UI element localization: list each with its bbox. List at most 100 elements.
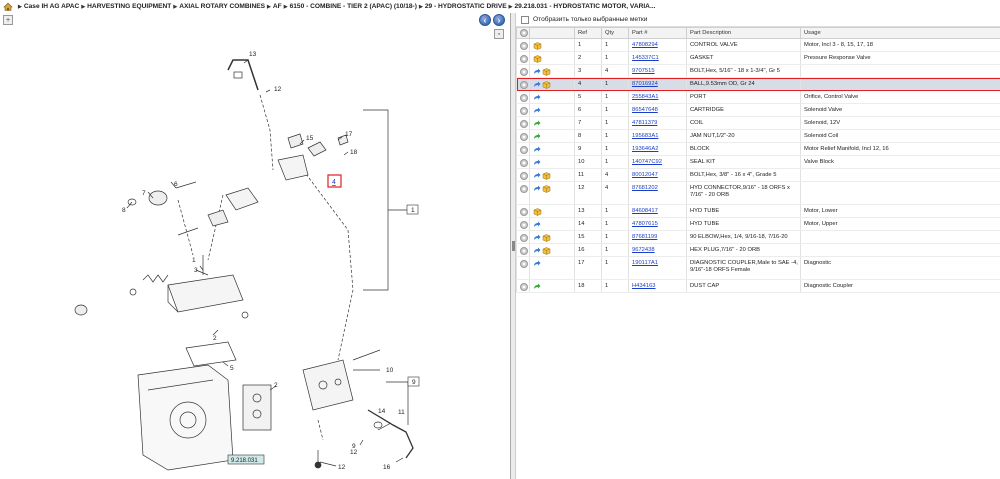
callout-label[interactable]: 12: [350, 449, 358, 456]
redirect-arrow-icon[interactable]: [533, 260, 541, 268]
callout-label[interactable]: 8: [122, 207, 126, 214]
package-icon[interactable]: [542, 185, 551, 193]
redirect-arrow-icon[interactable]: [533, 234, 541, 242]
table-row[interactable]: 16 1 9672438 HEX PLUG,7/16" - 20 ORB: [516, 243, 1000, 257]
part-number-link[interactable]: 87681199: [632, 234, 657, 240]
info-icon[interactable]: [520, 107, 528, 115]
callout-label[interactable]: 2: [274, 382, 278, 389]
breadcrumb-item[interactable]: 6150 - COMBINE - TIER 2 (APAC) (10/18-): [290, 3, 417, 10]
part-number-link[interactable]: 47811379: [632, 120, 657, 126]
info-icon[interactable]: [520, 159, 528, 167]
table-row[interactable]: 14 1 47807615 HYD TUBE Motor, Upper: [516, 217, 1000, 231]
redirect-arrow-icon[interactable]: [533, 68, 541, 76]
redirect-arrow-icon[interactable]: [533, 247, 541, 255]
table-row[interactable]: 1 1 47808294 CONTROL VALVE Motor, Incl 3 - 8…: [516, 38, 1000, 52]
part-number-link[interactable]: 145337C1: [632, 55, 659, 61]
redirect-arrow-icon[interactable]: [533, 81, 541, 89]
package-icon[interactable]: [542, 81, 551, 89]
callout-label[interactable]: 15: [306, 135, 314, 142]
row-selector[interactable]: [516, 181, 530, 205]
previous-icon[interactable]: ‹: [479, 14, 491, 26]
row-selector[interactable]: [516, 230, 530, 244]
info-icon[interactable]: [520, 221, 528, 229]
callout-label[interactable]: 10: [386, 367, 394, 374]
redirect-arrow-icon[interactable]: [533, 94, 541, 102]
row-selector[interactable]: [516, 256, 530, 280]
info-icon[interactable]: [520, 42, 528, 50]
part-number-link[interactable]: 87681202: [632, 185, 658, 191]
home-icon[interactable]: [3, 2, 13, 11]
table-row[interactable]: 7 1 47811379 COIL Solenoid, 12V: [516, 116, 1000, 130]
expand-icon[interactable]: +: [3, 15, 13, 25]
part-number-link[interactable]: 9672438: [632, 247, 655, 253]
callout-label[interactable]: 12: [274, 86, 282, 93]
row-selector[interactable]: [516, 116, 530, 130]
package-icon[interactable]: [542, 234, 551, 242]
part-number-link[interactable]: 87016924: [632, 81, 658, 87]
table-row[interactable]: 6 1 86547648 CARTRIDGE Solenoid Valve: [516, 103, 1000, 117]
breadcrumb-item[interactable]: Case IH AG APAC: [24, 3, 79, 10]
info-icon[interactable]: [520, 208, 528, 216]
next-icon[interactable]: ›: [493, 14, 505, 26]
table-row[interactable]: 4 1 87016924 BALL,9.53mm OD, Gr 24: [516, 77, 1000, 91]
breadcrumb-item[interactable]: HARVESTING EQUIPMENT: [87, 3, 171, 10]
table-row[interactable]: 2 1 145337C1 GASKET Pressure Response Valve: [516, 51, 1000, 65]
part-number-link[interactable]: 193646A2: [632, 146, 658, 152]
package-icon[interactable]: [542, 68, 551, 76]
callout-highlight[interactable]: 4: [332, 179, 336, 186]
info-icon[interactable]: [520, 120, 528, 128]
row-selector[interactable]: [516, 64, 530, 78]
part-number-link[interactable]: H434163: [632, 283, 656, 289]
part-number-link[interactable]: 195683A1: [632, 133, 658, 139]
callout-label[interactable]: 7: [142, 190, 146, 197]
row-selector[interactable]: [516, 243, 530, 257]
replacement-arrow-icon[interactable]: [533, 283, 541, 291]
table-row[interactable]: 9 1 193646A2 BLOCK Motor Relief Manifold, In…: [516, 142, 1000, 156]
callout-label[interactable]: 16: [383, 464, 391, 471]
row-selector[interactable]: [516, 142, 530, 156]
breadcrumb-item[interactable]: 29 - HYDROSTATIC DRIVE: [425, 3, 507, 10]
exploded-diagram[interactable]: 1312151718768213521011912121614 4 1 9 9.…: [8, 30, 508, 476]
table-row[interactable]: 8 1 195683A1 JAM NUT,1/2"-20 Solenoid Coil: [516, 129, 1000, 143]
package-icon[interactable]: [533, 208, 542, 216]
callout-label[interactable]: 11: [398, 409, 405, 416]
part-number-link[interactable]: 84608417: [632, 208, 658, 214]
row-selector[interactable]: [516, 51, 530, 65]
part-number-link[interactable]: 80012047: [632, 172, 658, 178]
replacement-arrow-icon[interactable]: [533, 120, 541, 128]
info-icon[interactable]: [520, 133, 528, 141]
table-row[interactable]: 15 1 87681199 90 ELBOW,Hex, 1/4, 9/16-18, 7…: [516, 230, 1000, 244]
info-icon[interactable]: [520, 146, 528, 154]
callout-1[interactable]: 1: [411, 207, 415, 214]
breadcrumb-item[interactable]: 29.218.031 - HYDROSTATIC MOTOR, VARIA...: [515, 3, 656, 10]
package-icon[interactable]: [533, 42, 542, 50]
breadcrumb-item[interactable]: AF: [273, 3, 282, 10]
replacement-arrow-icon[interactable]: [533, 133, 541, 141]
part-number-link[interactable]: 140747C92: [632, 159, 662, 165]
table-row[interactable]: 10 1 140747C92 SEAL KIT Valve Block: [516, 155, 1000, 169]
info-icon[interactable]: [520, 185, 528, 193]
package-icon[interactable]: [542, 172, 551, 180]
redirect-arrow-icon[interactable]: [533, 146, 541, 154]
part-number-link[interactable]: 9707515: [632, 68, 655, 74]
redirect-arrow-icon[interactable]: [533, 159, 541, 167]
info-icon[interactable]: [520, 172, 528, 180]
row-selector[interactable]: [516, 279, 530, 293]
callout-9[interactable]: 9: [412, 379, 416, 386]
redirect-arrow-icon[interactable]: [533, 107, 541, 115]
callout-label[interactable]: 6: [174, 181, 178, 188]
callout-label[interactable]: 5: [230, 365, 234, 372]
info-icon[interactable]: [520, 283, 528, 291]
row-selector[interactable]: [516, 217, 530, 231]
callout-label[interactable]: 3: [194, 267, 198, 274]
part-number-link[interactable]: 190117A1: [632, 260, 658, 266]
part-number-link[interactable]: 47807615: [632, 221, 658, 227]
info-icon[interactable]: [520, 94, 528, 102]
table-row[interactable]: 3 4 9707515 BOLT,Hex, 5/16" - 18 x 1-3/4", …: [516, 64, 1000, 78]
row-selector[interactable]: [516, 204, 530, 218]
table-row[interactable]: 12 4 87681202 HYD CONNECTOR,9/16" - 18 ORFS…: [516, 181, 1000, 205]
info-icon[interactable]: [520, 55, 528, 63]
row-selector[interactable]: [516, 38, 530, 52]
table-row[interactable]: 18 1 H434163 DUST CAP Diagnostic Coupler: [516, 279, 1000, 293]
table-row[interactable]: 11 4 80012047 BOLT,Hex, 3/8" - 16 x 4", Gra…: [516, 168, 1000, 182]
